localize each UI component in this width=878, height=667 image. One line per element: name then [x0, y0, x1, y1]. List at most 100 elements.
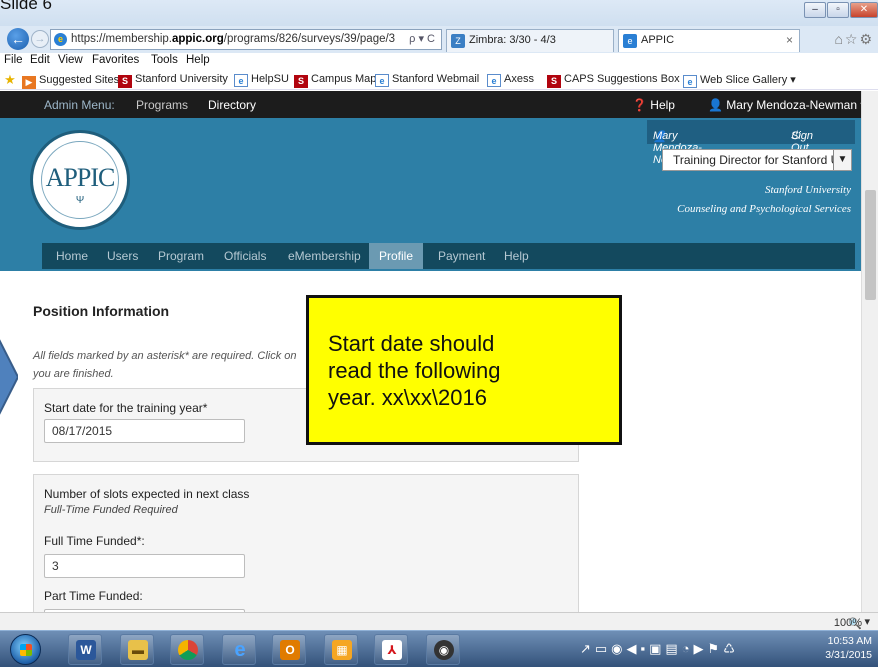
address-tools[interactable]: ρ ▾ C — [409, 30, 435, 49]
main-nav: Home Users Program Officials eMembership… — [42, 243, 855, 269]
menu-tools[interactable]: Tools — [151, 54, 178, 66]
menu-view[interactable]: View — [58, 54, 83, 66]
fav-stanford-university[interactable]: S Stanford University — [118, 73, 228, 88]
start-date-label: Start date for the training year* — [44, 401, 208, 415]
admin-programs-link[interactable]: Programs — [136, 98, 188, 112]
close-tab-icon[interactable]: × — [786, 30, 793, 51]
stanford-icon: S — [118, 75, 132, 88]
admin-user-menu[interactable]: 👤 Mary Mendoza-Newman ▾ — [708, 98, 866, 112]
favorites-star-icon[interactable]: ★ — [3, 73, 20, 86]
fav-suggested-sites[interactable]: ▶ Suggested Sites ▾ — [22, 73, 128, 89]
role-select[interactable]: Training Director for Stanford Un ▼ — [662, 149, 852, 171]
chrome-icon — [178, 640, 198, 660]
back-button[interactable]: ← — [7, 28, 29, 50]
acrobat-icon: ⅄ — [382, 640, 402, 660]
slide-label: Slide 6 — [0, 0, 52, 13]
folder-icon: ▬ — [128, 640, 148, 660]
full-time-input[interactable]: 3 — [44, 554, 245, 578]
taskbar-word[interactable]: W — [68, 634, 102, 665]
chevron-down-icon: ▼ — [833, 150, 851, 170]
start-date-input[interactable]: 08/17/2015 — [44, 419, 245, 443]
ie-page-icon: e — [487, 74, 501, 87]
annotation-callout: Start date should read the following yea… — [306, 295, 622, 445]
menu-edit[interactable]: Edit — [30, 54, 50, 66]
taskbar-acrobat[interactable]: ⅄ — [374, 634, 408, 665]
scrollbar-thumb[interactable] — [865, 190, 876, 300]
stanford-icon: S — [547, 75, 561, 88]
ie-page-icon: e — [375, 74, 389, 87]
taskbar-outlook[interactable]: O — [272, 634, 306, 665]
taskbar-ie[interactable]: e — [222, 634, 256, 665]
help-icon: ❓ — [632, 98, 651, 112]
org-department: Counseling and Psychological Services — [677, 203, 851, 215]
full-time-label: Full Time Funded*: — [44, 534, 145, 548]
section-title: Position Information — [33, 303, 170, 319]
nav-profile[interactable]: Profile — [369, 243, 424, 269]
start-button[interactable] — [10, 634, 41, 665]
favorites-bar: ★ ▶ Suggested Sites ▾ S Stanford Universit… — [0, 70, 878, 90]
appic-logo: APPIC Ψ — [30, 130, 130, 230]
fav-stanford-webmail[interactable]: e Stanford Webmail — [375, 73, 479, 87]
word-icon: W — [76, 640, 96, 660]
taskbar-app-orange[interactable]: ▦ — [324, 634, 358, 665]
forward-button[interactable]: → — [31, 30, 49, 48]
home-star-gear-icons[interactable]: ⌂☆⚙ — [834, 31, 874, 48]
ie-page-icon: e — [234, 74, 248, 87]
form-instructions: All fields marked by an asterisk* are re… — [33, 350, 297, 380]
tab-zimbra[interactable]: Z Zimbra: 3/30 - 4/3 — [446, 29, 614, 52]
taskbar-explorer[interactable]: ▬ — [120, 634, 154, 665]
status-bar: 🔍 100% ▾ — [0, 612, 878, 630]
admin-help-link[interactable]: ❓ Help — [632, 98, 675, 112]
tab-appic[interactable]: e APPIC × — [618, 29, 800, 52]
windows-taskbar: W ▬ e O ▦ ⅄ ◉ ↗▭◉◀▪▣▤◔▶⚑♺ 10:53 AM 3/31/… — [0, 630, 878, 667]
nav-payment[interactable]: Payment — [428, 243, 495, 269]
slots-sub-label: Full-Time Funded Required — [44, 504, 178, 516]
part-time-label: Part Time Funded: — [44, 589, 143, 603]
calendar-icon: ▦ — [332, 640, 352, 660]
org-name: Stanford University — [764, 184, 851, 196]
admin-menu-label: Admin Menu: — [44, 98, 115, 112]
nav-emembership[interactable]: eMembership — [278, 243, 371, 269]
nav-officials[interactable]: Officials — [214, 243, 276, 269]
zimbra-icon: Z — [451, 34, 465, 48]
suggested-sites-icon: ▶ — [22, 76, 36, 89]
nav-program[interactable]: Program — [148, 243, 214, 269]
ie-icon: e — [54, 33, 67, 46]
nav-users[interactable]: Users — [97, 243, 148, 269]
ie-icon: e — [234, 639, 246, 661]
fav-campus-map[interactable]: S Campus Map — [294, 73, 376, 88]
window-controls: – ▫ ✕ — [804, 2, 878, 18]
stanford-icon: S — [294, 75, 308, 88]
address-row: ← → e https://membership.appic.org/progr… — [0, 26, 878, 53]
menu-bar: File Edit View Favorites Tools Help — [0, 53, 878, 70]
page-scrollbar[interactable] — [861, 91, 878, 612]
taskbar-media[interactable]: ◉ — [426, 634, 460, 665]
fav-caps-suggestions-box[interactable]: S CAPS Suggestions Box — [547, 73, 680, 88]
menu-favorites[interactable]: Favorites — [92, 54, 139, 66]
maximize-button[interactable]: ▫ — [827, 2, 849, 18]
browser-title-bar: Slide 6 – ▫ ✕ — [0, 0, 878, 26]
address-bar[interactable]: e https://membership.appic.org/programs/… — [50, 29, 442, 50]
fav-web-slice-gallery[interactable]: e Web Slice Gallery ▾ — [683, 73, 796, 88]
zoom-control[interactable]: 🔍 100% ▾ — [834, 615, 870, 630]
ie-page-icon: e — [683, 75, 697, 88]
fav-helpsu[interactable]: e HelpSU — [234, 73, 289, 87]
annotation-arrow-shape — [0, 339, 18, 415]
menu-help[interactable]: Help — [186, 54, 210, 66]
nav-home[interactable]: Home — [46, 243, 98, 269]
admin-bar: Admin Menu: Programs Directory ❓ Help 👤 … — [0, 91, 878, 118]
system-tray[interactable]: ↗▭◉◀▪▣▤◔▶⚑♺ — [580, 641, 739, 657]
menu-file[interactable]: File — [4, 54, 23, 66]
close-window-button[interactable]: ✕ — [850, 2, 878, 18]
slots-label: Number of slots expected in next class — [44, 487, 250, 501]
user-icon: 👤 — [708, 98, 727, 112]
outlook-icon: O — [280, 640, 300, 660]
admin-directory-link[interactable]: Directory — [208, 98, 256, 112]
minimize-button[interactable]: – — [804, 2, 826, 18]
slots-panel: Number of slots expected in next class F… — [33, 474, 579, 612]
system-clock[interactable]: 10:53 AM 3/31/2015 — [825, 634, 872, 662]
media-icon: ◉ — [434, 640, 454, 660]
nav-help[interactable]: Help — [494, 243, 539, 269]
fav-axess[interactable]: e Axess — [487, 73, 534, 87]
taskbar-chrome[interactable] — [170, 634, 204, 665]
